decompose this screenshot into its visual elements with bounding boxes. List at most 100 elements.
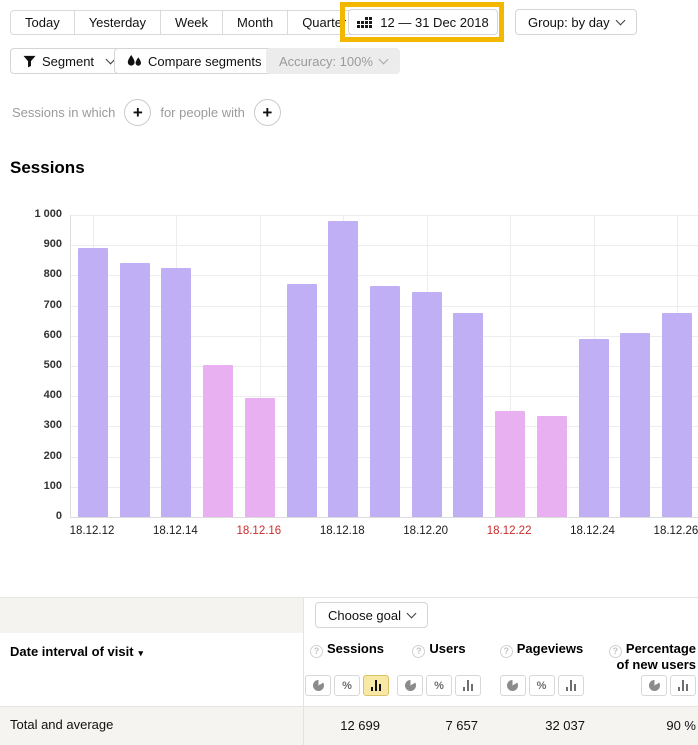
metric-column-pageviews: ? Pageviews% 32 037: [488, 633, 595, 745]
metric-column-users: ? Users% 7 657: [390, 633, 488, 745]
add-user-condition-button[interactable]: +: [254, 99, 281, 126]
date-range-label: 12 — 31 Dec 2018: [380, 15, 488, 30]
segment-label: Segment: [42, 54, 94, 69]
accuracy-label: Accuracy: 100%: [279, 54, 373, 69]
help-icon[interactable]: ?: [500, 645, 513, 658]
percent-toggle-button[interactable]: %: [529, 675, 555, 696]
period-button-yesterday[interactable]: Yesterday: [74, 10, 161, 35]
x-axis-label: 18.12.26: [641, 525, 698, 537]
x-axis-label: 18.12.24: [558, 525, 628, 537]
percent-toggle-button[interactable]: %: [334, 675, 360, 696]
plus-icon: +: [262, 104, 272, 121]
accuracy-button[interactable]: Accuracy: 100%: [266, 48, 400, 74]
date-interval-header[interactable]: Date interval of visit ▾: [10, 644, 143, 659]
pie-chart-toggle-button[interactable]: [305, 675, 331, 696]
percent-icon: %: [342, 680, 352, 692]
chart-bar-18.12.12[interactable]: [78, 248, 108, 517]
y-axis-label: 400: [0, 389, 62, 401]
period-button-today[interactable]: Today: [10, 10, 75, 35]
chart-plot-area: [70, 215, 698, 518]
bar-chart-icon: [463, 680, 473, 691]
compare-segments-label: Compare segments: [148, 54, 261, 69]
bar-chart-toggle-button[interactable]: [558, 675, 584, 696]
column-header-percentage-of-new-users[interactable]: ?Percentage of new users: [595, 633, 698, 673]
pie-chart-icon: [649, 680, 660, 691]
pie-chart-toggle-button[interactable]: [397, 675, 423, 696]
chart-bar-18.12.21[interactable]: [453, 313, 483, 517]
chart-bar-18.12.17[interactable]: [287, 284, 317, 517]
bar-chart-icon: [566, 680, 576, 691]
date-interval-label: Date interval of visit: [10, 644, 134, 659]
add-session-condition-button[interactable]: +: [124, 99, 151, 126]
total-value-sessions: 12 699: [304, 707, 390, 745]
column-header-sessions[interactable]: ?Sessions: [304, 633, 390, 673]
chart-bar-18.12.18[interactable]: [328, 221, 358, 517]
y-axis-label: 700: [0, 299, 62, 311]
table-column-divider: [303, 598, 304, 745]
period-button-month[interactable]: Month: [222, 10, 288, 35]
metric-view-toggles: %: [488, 673, 595, 707]
help-icon[interactable]: ?: [310, 645, 323, 658]
pie-chart-icon: [507, 680, 518, 691]
bar-chart-icon: [371, 680, 381, 691]
group-by-button[interactable]: Group: by day: [515, 9, 637, 35]
pie-chart-toggle-button[interactable]: [500, 675, 526, 696]
y-axis-label: 600: [0, 329, 62, 341]
column-label: Pageviews: [517, 641, 584, 656]
x-axis-label: 18.12.22: [474, 525, 544, 537]
total-value-percentage-of-new-users: 90 %: [595, 707, 698, 745]
column-label: Users: [429, 641, 465, 656]
chart-bar-18.12.13[interactable]: [120, 263, 150, 517]
metric-column-sessions: ?Sessions% 12 699: [304, 633, 390, 745]
pie-chart-toggle-button[interactable]: [641, 675, 667, 696]
drops-icon: [127, 55, 142, 68]
bar-chart-toggle-button[interactable]: [455, 675, 481, 696]
y-axis-label: 100: [0, 480, 62, 492]
group-by-label: Group: by day: [528, 15, 610, 30]
x-axis-label: 18.12.14: [140, 525, 210, 537]
sort-descending-icon: ▾: [139, 648, 144, 658]
chart-bar-18.12.14[interactable]: [161, 268, 191, 517]
column-label: Percentage of new users: [617, 641, 696, 672]
column-header-users[interactable]: ? Users: [390, 633, 488, 673]
for-people-with-label: for people with: [160, 105, 245, 120]
chevron-down-icon: [615, 16, 625, 26]
sessions-chart: 01002003004005006007008009001 00018.12.1…: [0, 200, 698, 550]
metric-column-percentage-of-new-users: ?Percentage of new users 90 %: [595, 633, 698, 745]
metrica-report-page: TodayYesterdayWeekMonthQuarterYear 12 — …: [0, 0, 698, 745]
percent-icon: %: [434, 680, 444, 692]
chart-bar-18.12.23[interactable]: [537, 416, 567, 517]
segment-button[interactable]: Segment: [10, 48, 127, 74]
date-range-button[interactable]: 12 — 31 Dec 2018: [348, 9, 498, 35]
chart-title: Sessions: [10, 158, 85, 178]
chart-bar-18.12.16[interactable]: [245, 398, 275, 517]
x-axis-label: 18.12.18: [307, 525, 377, 537]
bar-chart-toggle-button[interactable]: [670, 675, 696, 696]
help-icon[interactable]: ?: [412, 645, 425, 658]
segment-builder-row: Sessions in which + for people with +: [12, 98, 281, 126]
percent-toggle-button[interactable]: %: [426, 675, 452, 696]
total-value-users: 7 657: [390, 707, 488, 745]
chart-bar-18.12.20[interactable]: [412, 292, 442, 517]
chart-bar-18.12.19[interactable]: [370, 286, 400, 517]
x-axis-label: 18.12.16: [224, 525, 294, 537]
plus-icon: +: [133, 104, 143, 121]
chart-bar-18.12.25[interactable]: [620, 333, 650, 517]
y-axis-label: 1 000: [0, 208, 62, 220]
total-value-pageviews: 32 037: [488, 707, 595, 745]
y-gridline: [71, 245, 698, 246]
pie-chart-icon: [405, 680, 416, 691]
column-header-pageviews[interactable]: ? Pageviews: [488, 633, 595, 673]
period-button-week[interactable]: Week: [160, 10, 223, 35]
chart-bar-18.12.15[interactable]: [203, 365, 233, 518]
chart-bar-18.12.22[interactable]: [495, 411, 525, 517]
chevron-down-icon: [378, 55, 388, 65]
total-row-label: Total and average: [10, 706, 113, 745]
chart-bar-18.12.24[interactable]: [579, 339, 609, 517]
bar-chart-toggle-button[interactable]: [363, 675, 389, 696]
chart-bar-18.12.26[interactable]: [662, 313, 692, 517]
choose-goal-button[interactable]: Choose goal: [315, 602, 428, 628]
y-axis-label: 200: [0, 450, 62, 462]
funnel-icon: [23, 55, 36, 68]
metric-view-toggles: %: [304, 673, 390, 707]
